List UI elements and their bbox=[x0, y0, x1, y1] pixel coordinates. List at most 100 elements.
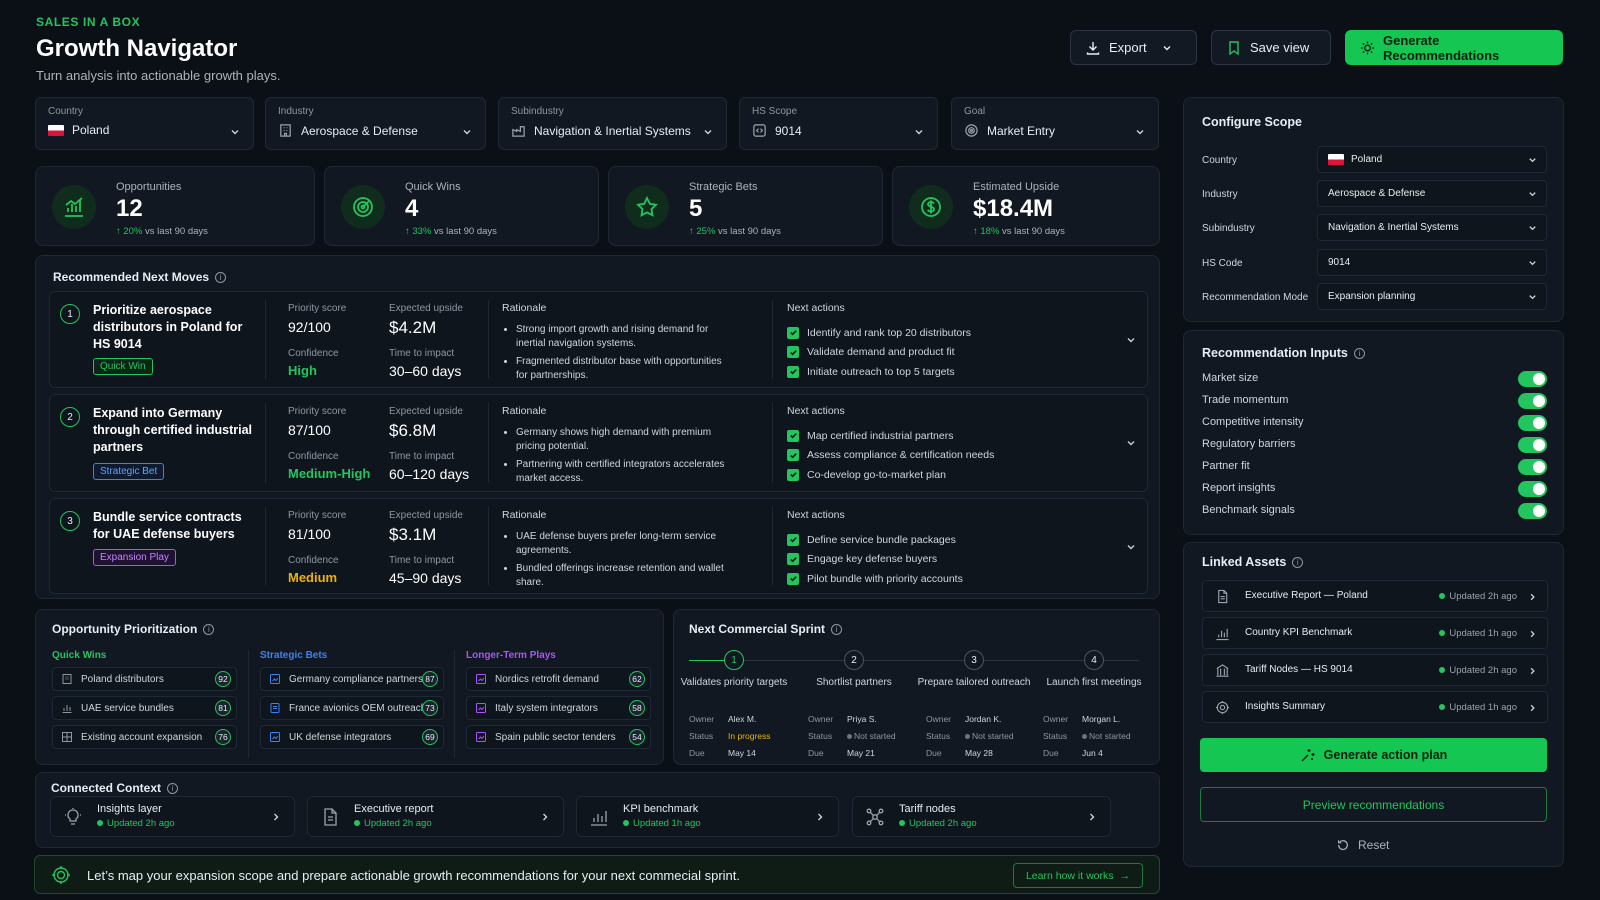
kpi-card-opportunities: Opportunities 12 ↑ 20% vs last 90 days bbox=[35, 166, 315, 246]
document-icon bbox=[320, 807, 340, 827]
save-view-button[interactable]: Save view bbox=[1211, 30, 1331, 65]
checkbox-checked-icon[interactable] bbox=[787, 468, 799, 481]
chevron-down-icon[interactable] bbox=[1125, 334, 1137, 346]
target-icon bbox=[964, 123, 979, 138]
checkbox-checked-icon[interactable] bbox=[787, 449, 799, 462]
scope-subindustry-select[interactable]: Navigation & Inertial Systems bbox=[1317, 214, 1547, 241]
sprint-step[interactable]: 2 Shortlist partners bbox=[794, 650, 914, 689]
toggle-partner-fit[interactable] bbox=[1518, 459, 1547, 475]
scope-hs-code-select[interactable]: 9014 bbox=[1317, 249, 1547, 276]
move-item[interactable]: 3 Bundle service contracts for UAE defen… bbox=[49, 498, 1148, 594]
action-item[interactable]: Assess compliance & certification needs bbox=[787, 446, 1087, 466]
learn-how-button[interactable]: Learn how it works → bbox=[1012, 863, 1143, 888]
info-icon[interactable]: i bbox=[203, 623, 215, 635]
actions-label: Next actions bbox=[787, 405, 845, 417]
scope-industry-select[interactable]: Aerospace & Defense bbox=[1317, 180, 1547, 207]
context-item-insights[interactable]: Insights layer Updated 2h ago bbox=[50, 796, 295, 837]
toggle-trade-momentum[interactable] bbox=[1518, 393, 1547, 409]
confidence-value: High bbox=[288, 363, 317, 378]
checkbox-checked-icon[interactable] bbox=[787, 326, 799, 339]
configure-scope-title: Configure Scope bbox=[1202, 115, 1303, 129]
chevron-down-icon bbox=[229, 126, 241, 138]
filter-subindustry[interactable]: Subindustry Navigation & Inertial System… bbox=[498, 97, 727, 150]
move-item[interactable]: 1 Prioritize aerospace distributors in P… bbox=[49, 291, 1148, 388]
context-updated: Updated 2h ago bbox=[354, 818, 432, 829]
rationale-label: Rationale bbox=[502, 509, 547, 521]
toggle-competitive-intensity[interactable] bbox=[1518, 415, 1547, 431]
info-icon[interactable]: i bbox=[1292, 556, 1304, 568]
generate-action-plan-button[interactable]: Generate action plan bbox=[1200, 738, 1547, 772]
asset-item[interactable]: Insights Summary Updated 1h ago bbox=[1202, 691, 1548, 723]
list-item[interactable]: France avionics OEM outreach 73 bbox=[260, 696, 444, 720]
info-icon[interactable]: i bbox=[1353, 347, 1365, 359]
action-item[interactable]: Co-develop go-to-market plan bbox=[787, 465, 1087, 485]
action-item[interactable]: Initiate outreach to top 5 targets bbox=[787, 362, 1087, 382]
filter-country[interactable]: Country Poland bbox=[35, 97, 254, 150]
list-item[interactable]: Italy system integrators 58 bbox=[466, 696, 651, 720]
actions-block: Next actions Map certified industrial pa… bbox=[787, 405, 1087, 485]
reset-button[interactable]: Reset bbox=[1336, 838, 1389, 852]
checkbox-checked-icon[interactable] bbox=[787, 365, 799, 378]
checkbox-checked-icon[interactable] bbox=[787, 553, 799, 566]
list-item[interactable]: Existing account expansion 76 bbox=[52, 725, 237, 749]
column-title-strategic-bets: Strategic Bets bbox=[260, 650, 328, 661]
chevron-down-icon[interactable] bbox=[1125, 437, 1137, 449]
action-item[interactable]: Define service bundle packages bbox=[787, 530, 1087, 550]
info-icon[interactable]: i bbox=[167, 782, 179, 794]
building-icon bbox=[61, 673, 73, 685]
commercial-sprint-card: Next Commercial Sprint i 1 Validates pri… bbox=[673, 609, 1160, 765]
actions-block: Next actions Identify and rank top 20 di… bbox=[787, 302, 1087, 382]
preview-recommendations-button[interactable]: Preview recommendations bbox=[1200, 787, 1547, 822]
context-item-kpi-benchmark[interactable]: KPI benchmark Updated 1h ago bbox=[576, 796, 839, 837]
info-icon[interactable]: i bbox=[831, 623, 843, 635]
priority-score: 81/100 bbox=[288, 526, 331, 542]
checkbox-checked-icon[interactable] bbox=[787, 429, 799, 442]
brand-label: SALES IN A BOX bbox=[36, 15, 141, 29]
sprint-step[interactable]: 3 Prepare tailored outreach bbox=[914, 650, 1034, 689]
chevron-right-icon bbox=[814, 811, 826, 823]
list-item[interactable]: Germany compliance partners 87 bbox=[260, 667, 444, 691]
toggle-market-size[interactable] bbox=[1518, 371, 1547, 387]
export-button[interactable]: Export bbox=[1070, 30, 1197, 65]
action-item[interactable]: Validate demand and product fit bbox=[787, 343, 1087, 363]
checkbox-checked-icon[interactable] bbox=[787, 533, 799, 546]
toggle-report-insights[interactable] bbox=[1518, 481, 1547, 497]
kpi-delta: ↑ 18% vs last 90 days bbox=[973, 226, 1065, 237]
scope-mode-select[interactable]: Expansion planning bbox=[1317, 283, 1547, 310]
asset-item[interactable]: Tariff Nodes — HS 9014 Updated 2h ago bbox=[1202, 654, 1548, 686]
checkbox-checked-icon[interactable] bbox=[787, 572, 799, 585]
chevron-down-icon[interactable] bbox=[1125, 541, 1137, 553]
scope-country-select[interactable]: Poland bbox=[1317, 146, 1547, 173]
action-item[interactable]: Identify and rank top 20 distributors bbox=[787, 323, 1087, 343]
list-item[interactable]: UK defense integrators 69 bbox=[260, 725, 444, 749]
asset-item[interactable]: Executive Report — Poland Updated 2h ago bbox=[1202, 580, 1548, 612]
move-item[interactable]: 2 Expand into Germany through certified … bbox=[49, 394, 1148, 492]
action-item[interactable]: Engage key defense buyers bbox=[787, 550, 1087, 570]
context-item-tariff-nodes[interactable]: Tariff nodes Updated 2h ago bbox=[852, 796, 1111, 837]
step-title: Launch first meetings bbox=[1046, 677, 1142, 688]
section-title: Recommended Next Moves bbox=[53, 270, 210, 284]
filter-hs-scope[interactable]: HS Scope 9014 bbox=[739, 97, 938, 150]
context-item-executive-report[interactable]: Executive report Updated 2h ago bbox=[307, 796, 564, 837]
section-title: Next Commercial Sprint bbox=[689, 622, 826, 636]
filter-industry[interactable]: Industry Aerospace & Defense bbox=[265, 97, 486, 150]
checkbox-checked-icon[interactable] bbox=[787, 346, 799, 359]
info-icon[interactable]: i bbox=[215, 271, 227, 283]
list-item[interactable]: Poland distributors 92 bbox=[52, 667, 237, 691]
filter-goal[interactable]: Goal Market Entry bbox=[951, 97, 1159, 150]
chevron-down-icon bbox=[1527, 291, 1538, 302]
list-item[interactable]: Spain public sector tenders 54 bbox=[466, 725, 651, 749]
configure-scope-card: Configure Scope Country Poland Industry … bbox=[1183, 97, 1564, 322]
chevron-right-icon bbox=[1527, 702, 1538, 713]
toggle-benchmark-signals[interactable] bbox=[1518, 503, 1547, 519]
action-item[interactable]: Map certified industrial partners bbox=[787, 426, 1087, 446]
kpi-card-strategic-bets: Strategic Bets 5 ↑ 25% vs last 90 days bbox=[608, 166, 883, 246]
sprint-step[interactable]: 4 Launch first meetings bbox=[1034, 650, 1154, 689]
asset-item[interactable]: Country KPI Benchmark Updated 1h ago bbox=[1202, 617, 1548, 649]
sprint-step[interactable]: 1 Validates priority targets bbox=[674, 650, 794, 689]
generate-recommendations-button[interactable]: Generate Recommendations bbox=[1345, 30, 1563, 65]
list-item[interactable]: Nordics retrofit demand 62 bbox=[466, 667, 651, 691]
action-item[interactable]: Pilot bundle with priority accounts bbox=[787, 569, 1087, 589]
list-item[interactable]: UAE service bundles 81 bbox=[52, 696, 237, 720]
toggle-regulatory-barriers[interactable] bbox=[1518, 437, 1547, 453]
